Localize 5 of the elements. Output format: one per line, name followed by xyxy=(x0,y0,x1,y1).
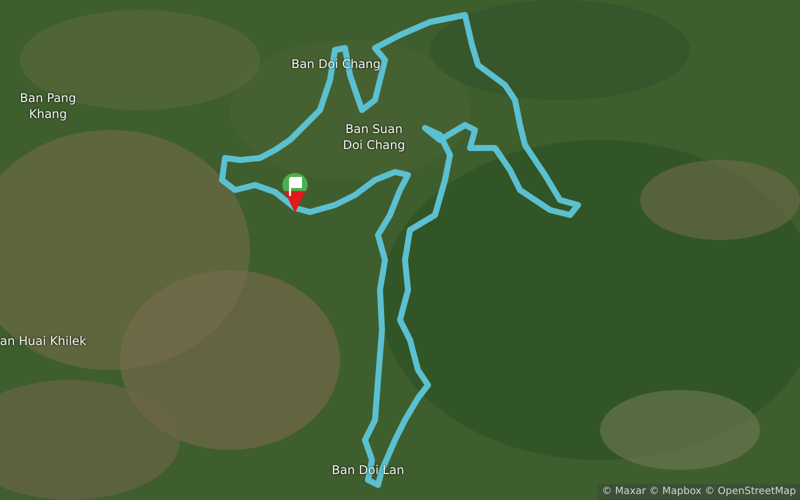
map-attribution: © Maxar © Mapbox © OpenStreetMap xyxy=(598,484,800,500)
place-label: an Huai Khilek xyxy=(0,333,88,349)
start-flag-marker-icon xyxy=(282,172,308,214)
place-label: Ban Pang Khang xyxy=(18,90,78,122)
place-label: Ban Suan Doi Chang xyxy=(342,121,406,153)
